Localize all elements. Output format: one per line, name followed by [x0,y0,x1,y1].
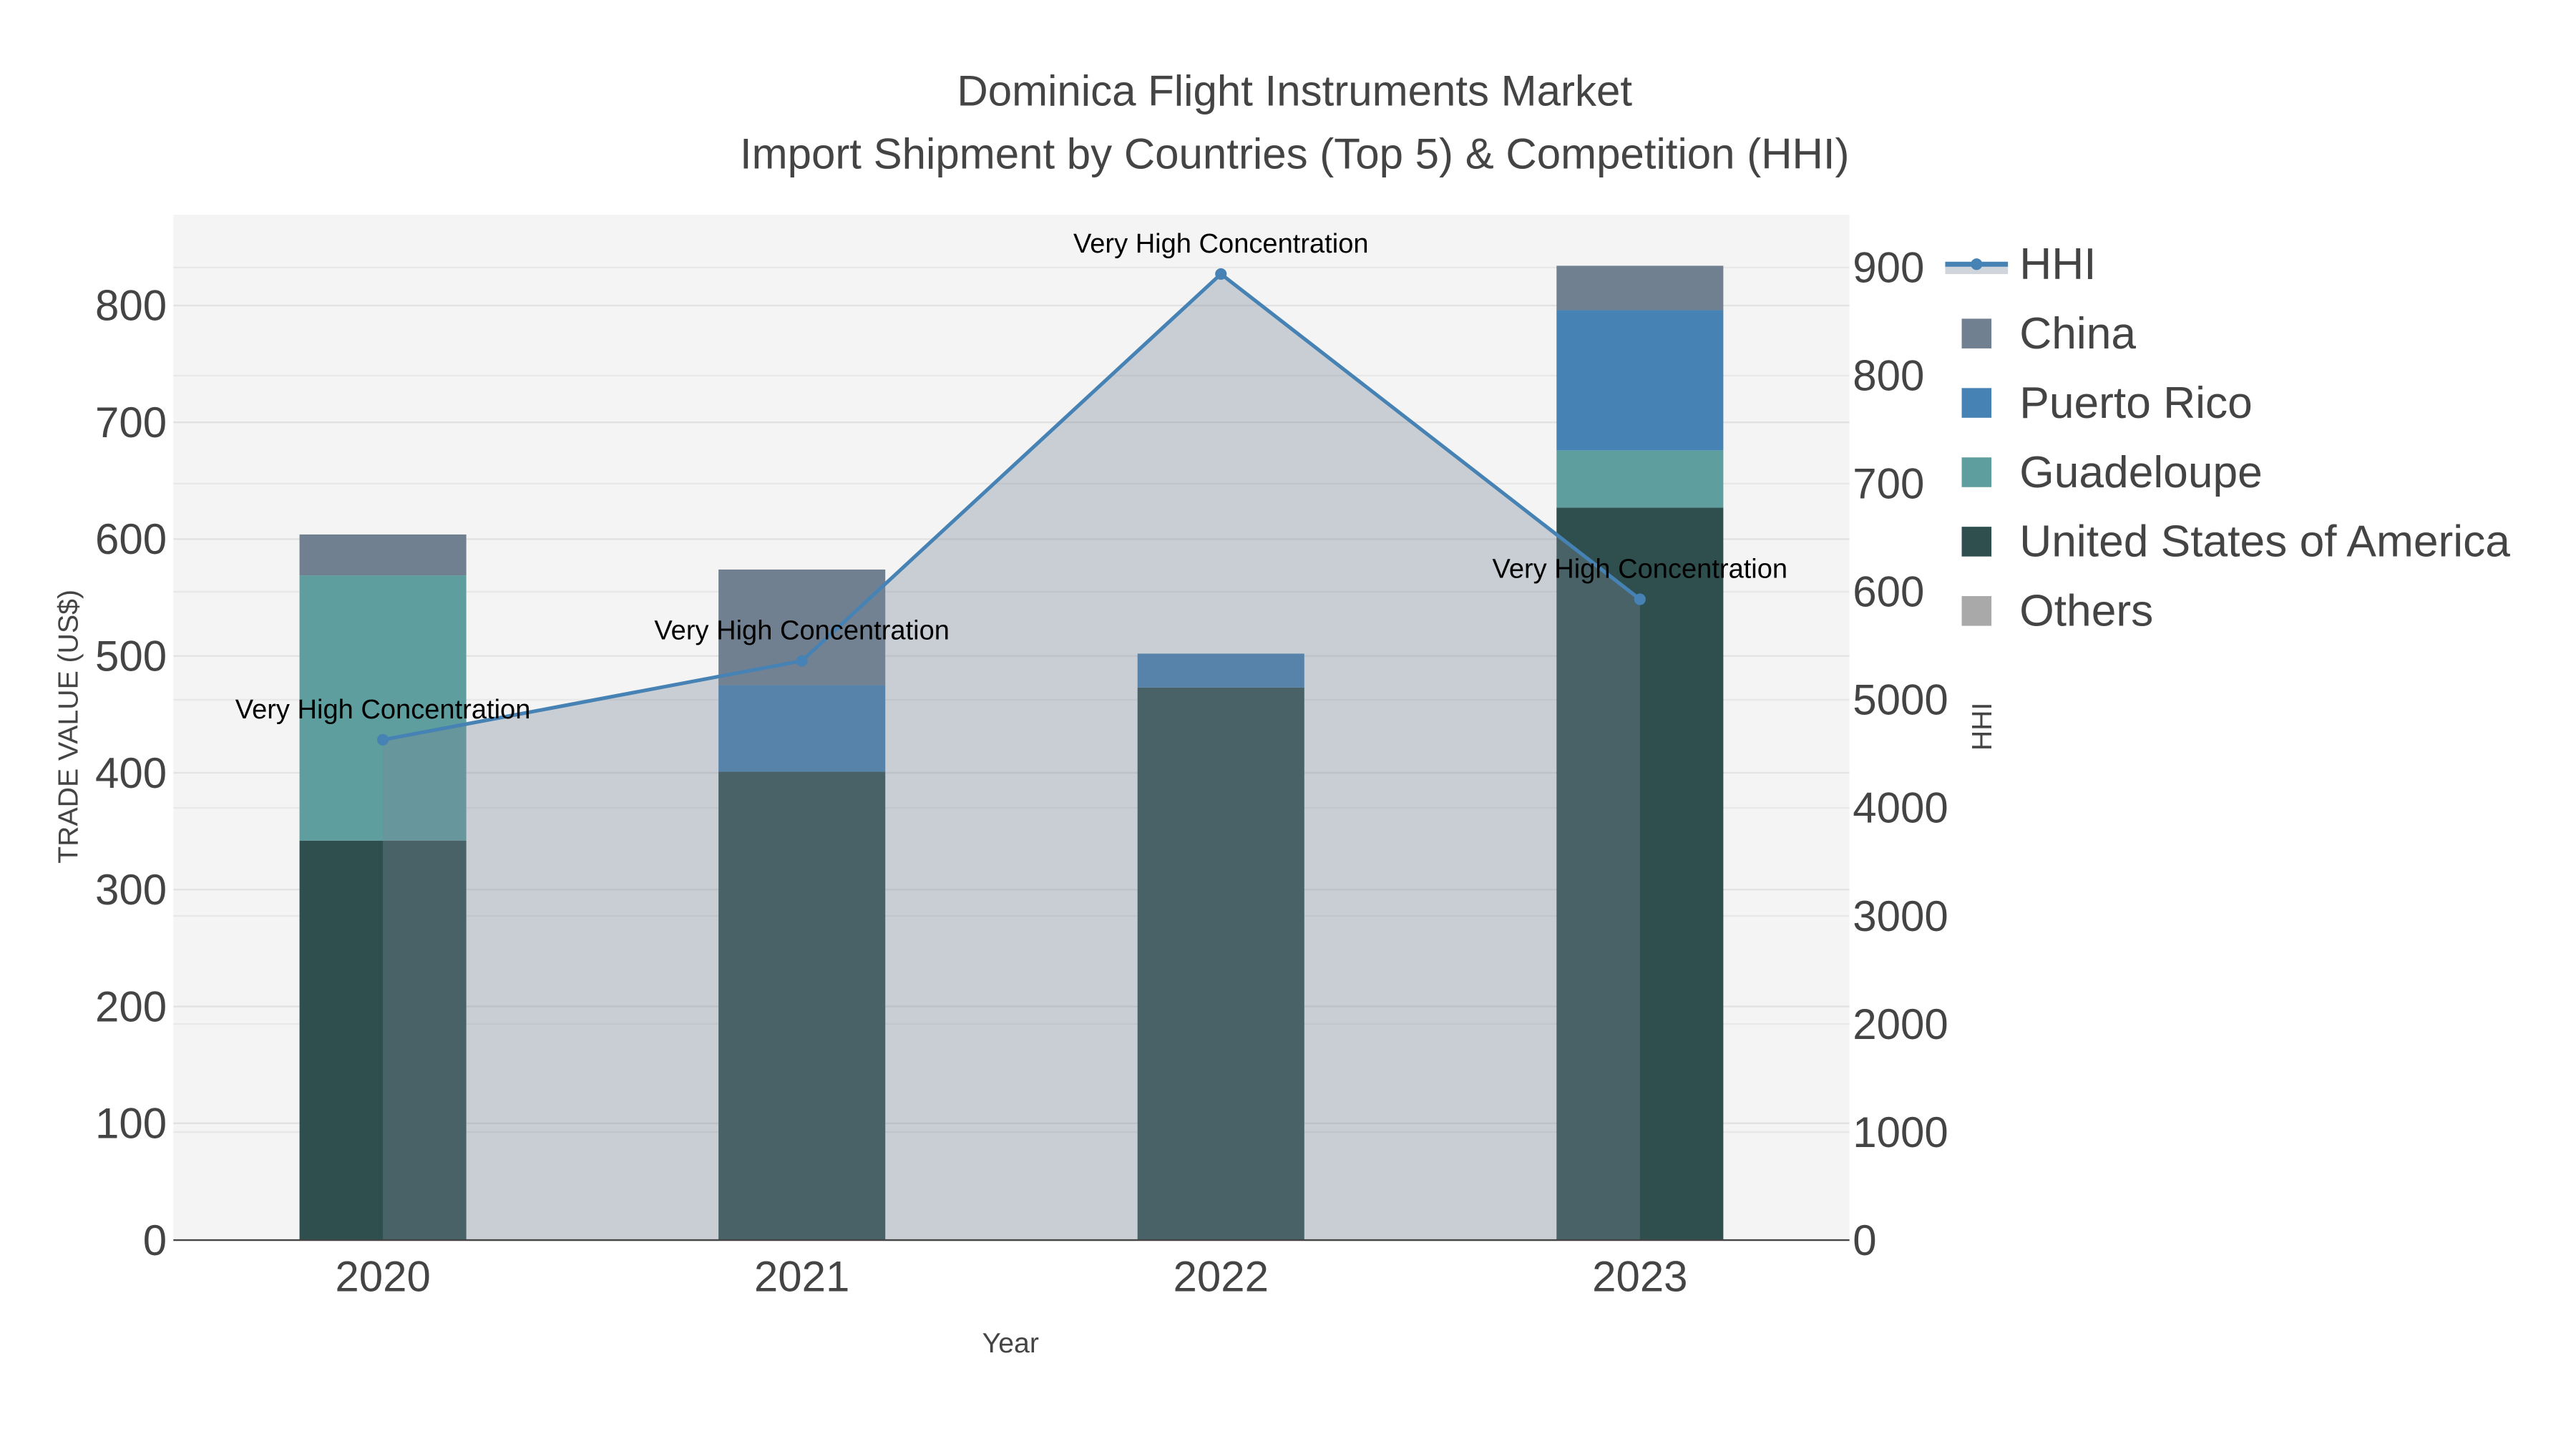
hhi-annotation: Very High Concentration [1073,229,1369,259]
y-tick-label: 200 [95,982,167,1030]
hhi-point[interactable] [796,655,808,667]
y2-tick-label: 2000 [1853,1000,1948,1048]
y-tick-label: 400 [95,749,167,797]
x-tick-label: 2021 [754,1253,849,1301]
y2-axis-title: HHI [1966,703,1998,751]
y2-tick-label: 0 [1853,1216,1876,1264]
chart-title: Dominica Flight Instruments Market [957,67,1632,115]
hhi-annotation: Very High Concentration [235,695,531,725]
bar-china-2023[interactable] [1556,265,1724,311]
hhi-annotation: Very High Concentration [1493,554,1788,584]
x-tick-label: 2023 [1592,1253,1687,1301]
svg-text:United States of America: United States of America [2019,517,2510,567]
y2-tick-label: 700 [1853,460,1924,508]
legend-swatch [1961,457,1992,487]
y-tick-label: 500 [95,633,167,680]
legend-swatch [1961,318,1992,348]
x-tick-label: 2022 [1174,1253,1269,1301]
chart-subtitle: Import Shipment by Countries (Top 5) & C… [740,130,1850,177]
y2-tick-label: 900 [1853,244,1924,292]
legend-swatch [1961,527,1992,557]
chart: Very High Concentration Very High Concent… [0,0,2576,1449]
y2-tick-label: 600 [1853,568,1924,616]
x-tick-label: 2020 [335,1253,430,1301]
y-tick-label: 300 [95,866,167,914]
svg-text:China: China [2019,309,2136,358]
svg-text:Puerto Rico: Puerto Rico [2019,379,2252,428]
y-tick-label: 700 [95,399,167,447]
x-axis-title: Year [982,1327,1039,1359]
hhi-point[interactable] [377,733,389,746]
bar-guadeloupe-2023[interactable] [1556,450,1724,508]
y2-tick-label: 1000 [1853,1108,1948,1156]
hhi-point[interactable] [1215,268,1227,280]
y2-tick-label: 800 [1853,352,1924,400]
svg-text:Guadeloupe: Guadeloupe [2019,448,2262,497]
y2-tick-label: 5000 [1853,676,1948,724]
svg-text:HHI: HHI [2019,240,2096,289]
y-tick-label: 100 [95,1100,167,1148]
y2-tick-label: 4000 [1853,784,1948,832]
hhi-point[interactable] [1634,593,1646,605]
legend-item-united-states-of-america[interactable]: United States of America [1961,517,2511,567]
legend-swatch [1961,596,1992,626]
legend-swatch [1961,388,1992,418]
svg-text:Others: Others [2019,587,2153,636]
y-tick-label: 800 [95,282,167,330]
bar-china-2020[interactable] [299,534,467,576]
bar-puerto-rico-2023[interactable] [1556,310,1724,451]
y2-tick-label: 3000 [1853,892,1948,940]
hhi-annotation: Very High Concentration [654,616,950,646]
y-axis-title: TRADE VALUE (US$) [52,590,84,864]
y-tick-label: 600 [95,515,167,563]
y-tick-label: 0 [143,1216,167,1264]
